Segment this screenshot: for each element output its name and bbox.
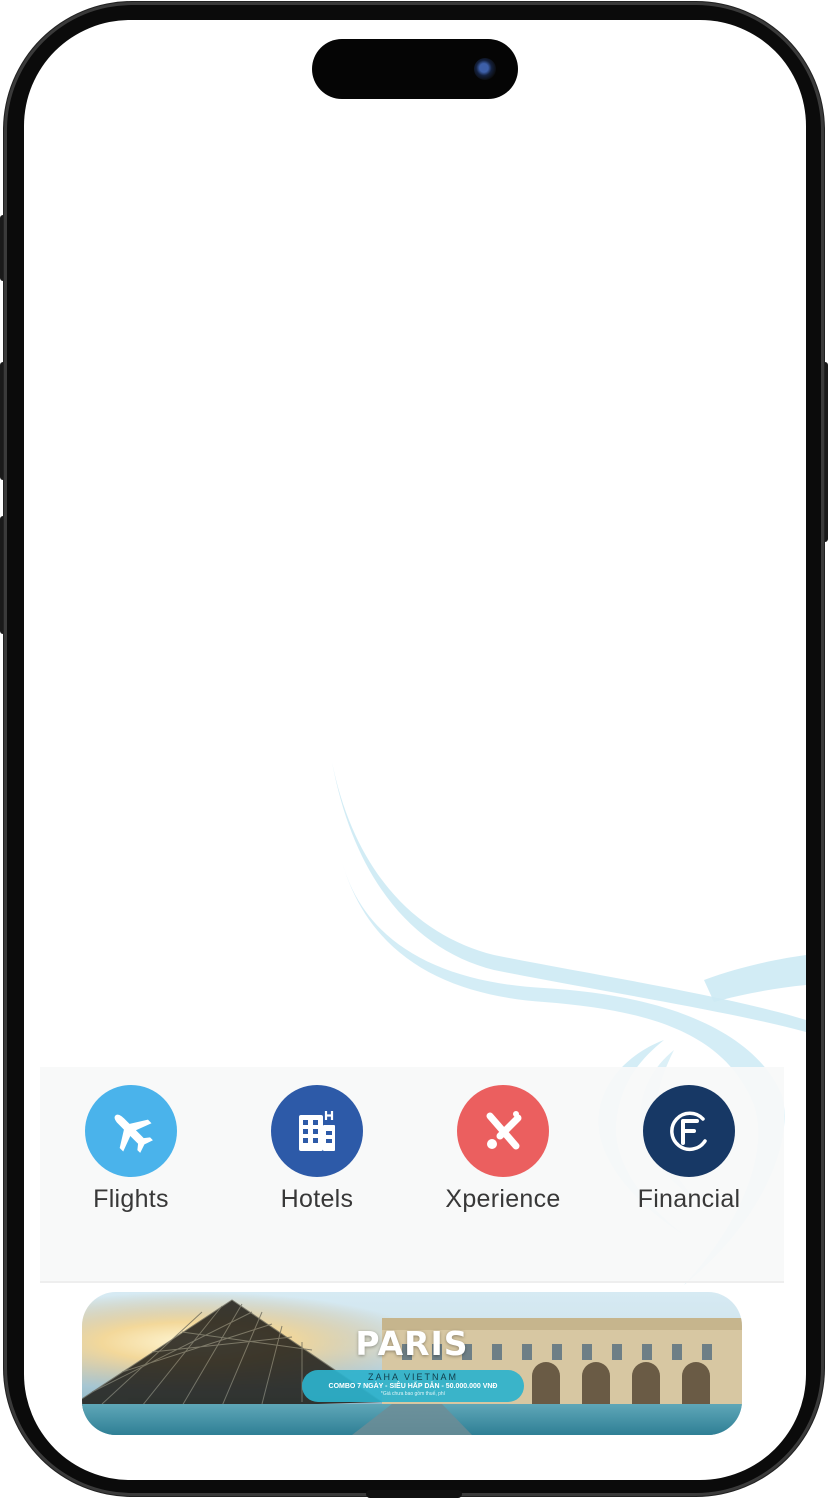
banner-brand: ZAHA VIETNAM — [367, 1372, 458, 1382]
bottom-bezel-notch — [366, 1490, 462, 1498]
service-hotels[interactable]: Hotels — [242, 1085, 392, 1225]
airplane-icon — [85, 1085, 177, 1177]
service-flights[interactable]: Flights — [56, 1085, 206, 1225]
banner-promo-pill: ZAHA VIETNAM COMBO 7 NGÀY - SIÊU HẤP DẪN… — [302, 1370, 524, 1402]
hotel-building-icon — [271, 1085, 363, 1177]
banner-subtitle: COMBO 7 NGÀY - SIÊU HẤP DẪN - 50.000.000… — [328, 1383, 498, 1390]
banner-title: PARIS — [355, 1324, 469, 1363]
service-label: Flights — [93, 1185, 169, 1213]
dynamic-island — [312, 39, 518, 99]
xperience-icon — [457, 1085, 549, 1177]
louvre-photo — [82, 1292, 742, 1435]
financial-f-icon — [643, 1085, 735, 1177]
banner-note: *Giá chưa bao gồm thuế, phí — [380, 1391, 446, 1397]
paris-promo-banner[interactable]: PARIS ZAHA VIETNAM COMBO 7 NGÀY - SIÊU H… — [82, 1292, 742, 1435]
phone-mockup: Flights Hotels Xperience Financial PARIS… — [0, 0, 828, 1500]
phone-screen: Flights Hotels Xperience Financial PARIS… — [24, 20, 806, 1480]
service-label: Xperience — [445, 1185, 561, 1213]
service-label: Hotels — [280, 1185, 354, 1213]
front-camera-icon — [474, 58, 496, 80]
service-xperience[interactable]: Xperience — [428, 1085, 578, 1225]
service-label: Financial — [637, 1185, 741, 1213]
service-financial[interactable]: Financial — [614, 1085, 764, 1225]
services-panel: Flights Hotels Xperience Financial — [40, 1067, 784, 1283]
